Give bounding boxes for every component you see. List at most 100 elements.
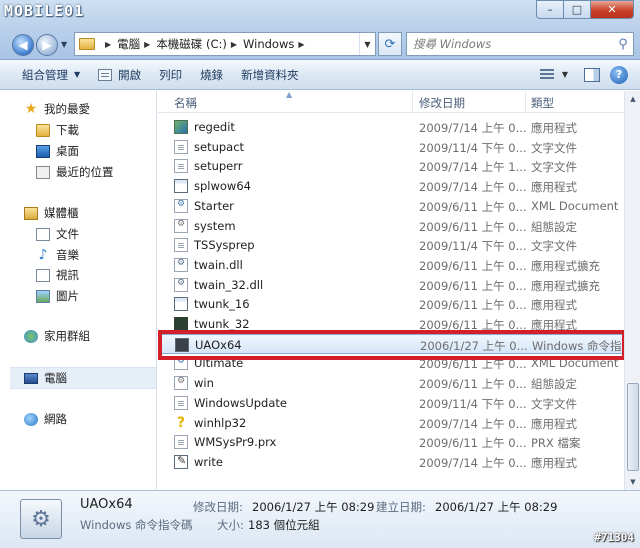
documents-icon <box>36 227 50 241</box>
exe-icon <box>174 179 188 194</box>
breadcrumb-local-disk[interactable]: 本機磁碟 (C:) <box>156 36 227 52</box>
music-icon: ♪ <box>38 246 48 263</box>
column-type[interactable]: 類型 <box>531 95 554 111</box>
file-row[interactable]: write 2009/7/14 上午 0... 應用程式 <box>158 452 624 472</box>
nav-documents[interactable]: 文件 <box>36 226 79 242</box>
text-file-icon <box>174 139 188 154</box>
column-name[interactable]: 名稱 <box>174 95 197 111</box>
search-box[interactable]: 搜尋 Windows ⚲ <box>406 32 634 56</box>
help-icon[interactable]: ? <box>610 65 628 84</box>
new-folder-button[interactable]: 新增資料夾 <box>232 60 308 89</box>
scroll-up-arrow[interactable]: ▲ <box>625 91 640 107</box>
folder-icon <box>79 38 95 50</box>
chevron-right-icon[interactable]: ▶ <box>298 40 304 49</box>
nav-pictures[interactable]: 圖片 <box>36 288 79 304</box>
nav-homegroup[interactable]: 家用群組 <box>24 328 90 344</box>
recent-pages-dropdown[interactable]: ▼ <box>61 40 67 49</box>
forward-button[interactable]: ▶ <box>36 34 58 56</box>
file-row[interactable]: twunk_16 2009/6/11 上午 0... 應用程式 <box>158 294 624 314</box>
column-divider[interactable] <box>525 91 526 113</box>
file-row[interactable]: setuperr 2009/7/14 上午 1... 文字文件 <box>158 156 624 176</box>
preview-pane-icon[interactable] <box>584 67 600 82</box>
back-button[interactable]: ◀ <box>12 34 34 56</box>
nav-label: 最近的位置 <box>56 165 114 179</box>
open-label: 開啟 <box>118 67 142 82</box>
nav-recent-places[interactable]: 最近的位置 <box>36 164 114 180</box>
search-icon[interactable]: ⚲ <box>613 37 633 52</box>
print-button[interactable]: 列印 <box>150 60 191 89</box>
nav-network[interactable]: 網路 <box>24 411 67 427</box>
file-name: regedit <box>194 120 235 134</box>
column-date[interactable]: 修改日期 <box>419 95 465 111</box>
refresh-button[interactable]: ⟳ <box>378 32 402 56</box>
file-type: 文字文件 <box>531 160 577 175</box>
file-row[interactable]: win 2009/6/11 上午 0... 組態設定 <box>158 373 624 393</box>
file-name: twain.dll <box>194 257 243 272</box>
open-button[interactable]: 開啟 <box>89 60 150 89</box>
address-bar[interactable]: ▶ 電腦 ▶ 本機磁碟 (C:) ▶ Windows ▶ ▼ <box>74 32 376 56</box>
file-row[interactable]: twain_32.dll 2009/6/11 上午 0... 應用程式擴充 <box>158 275 624 295</box>
cmd-file-icon: ⚙ <box>20 499 62 539</box>
breadcrumb-computer[interactable]: 電腦 <box>117 36 140 52</box>
change-view-button[interactable]: ▼ <box>532 68 576 81</box>
file-row[interactable]: splwow64 2009/7/14 上午 0... 應用程式 <box>158 176 624 196</box>
file-row[interactable]: regedit 2009/7/14 上午 0... 應用程式 <box>158 117 624 137</box>
chevron-right-icon[interactable]: ▶ <box>144 40 150 49</box>
xml-icon <box>174 198 188 213</box>
file-row[interactable]: WMSysPr9.prx 2009/6/11 上午 0... PRX 檔案 <box>158 432 624 452</box>
nav-desktop[interactable]: 桌面 <box>36 143 79 159</box>
scroll-thumb[interactable] <box>627 383 639 471</box>
ini-icon <box>174 376 188 391</box>
text-file-icon <box>174 435 188 450</box>
file-date: 2009/6/11 上午 0... <box>419 377 527 392</box>
file-type: 文字文件 <box>531 396 577 411</box>
file-type: 應用程式 <box>531 121 577 135</box>
file-name: TSSysprep <box>194 238 255 253</box>
nav-label: 網路 <box>44 412 67 426</box>
breadcrumb-windows[interactable]: Windows <box>243 37 294 51</box>
vertical-scrollbar[interactable]: ▲ ▼ <box>624 91 640 490</box>
search-input[interactable]: 搜尋 Windows <box>413 36 613 52</box>
file-row[interactable]: twain.dll 2009/6/11 上午 0... 應用程式擴充 <box>158 255 624 275</box>
desktop-icon <box>36 144 50 158</box>
view-icon <box>539 68 554 81</box>
file-date: 2009/7/14 上午 1... <box>419 160 527 175</box>
watermark-id: #71304 <box>594 531 634 544</box>
nav-libraries[interactable]: 媒體櫃 <box>24 205 79 221</box>
nav-favorites[interactable]: ★ 我的最愛 <box>24 101 90 117</box>
nav-music[interactable]: ♪ 音樂 <box>36 247 79 263</box>
burn-button[interactable]: 燒錄 <box>191 60 232 89</box>
address-dropdown[interactable]: ▼ <box>359 33 375 55</box>
file-row[interactable]: WindowsUpdate 2009/11/4 下午 0... 文字文件 <box>158 393 624 413</box>
exe-dark-icon <box>174 317 188 331</box>
chevron-right-icon[interactable]: ▶ <box>105 40 111 49</box>
file-row[interactable]: TSSysprep 2009/11/4 下午 0... 文字文件 <box>158 235 624 255</box>
file-row[interactable]: ? winhlp32 2009/7/14 上午 0... 應用程式 <box>158 413 624 433</box>
arrow-left-icon: ◀ <box>18 38 28 52</box>
maximize-button[interactable]: □ <box>563 0 591 19</box>
nav-videos[interactable]: 視訊 <box>36 267 79 283</box>
organize-button[interactable]: 組合管理 ▼ <box>0 60 89 89</box>
file-date: 2009/7/14 上午 0... <box>419 180 527 195</box>
details-created-label: 建立日期: <box>376 500 426 514</box>
file-type: 組態設定 <box>531 377 577 392</box>
minimize-button[interactable]: – <box>536 0 564 19</box>
homegroup-icon <box>24 329 38 343</box>
close-button[interactable]: ✕ <box>590 0 634 19</box>
column-divider[interactable] <box>412 91 413 113</box>
file-row[interactable]: setupact 2009/11/4 下午 0... 文字文件 <box>158 137 624 157</box>
file-type: PRX 檔案 <box>531 436 581 451</box>
file-date: 2009/11/4 下午 0... <box>419 140 527 155</box>
nav-computer[interactable]: 電腦 <box>24 370 67 386</box>
file-list: ▲ 名稱 修改日期 類型 regedit 2009/7/14 上午 0... 應用程… <box>158 91 624 490</box>
scroll-down-arrow[interactable]: ▼ <box>625 474 640 490</box>
chevron-right-icon[interactable]: ▶ <box>231 40 237 49</box>
details-file-type: Windows 命令指令碼 <box>80 518 193 532</box>
chevron-down-icon: ▼ <box>561 70 568 79</box>
navigation-pane: ★ 我的最愛 下載 桌面 最近的位置 媒體櫃 文件 ♪ 音樂 視訊 圖片 家用群… <box>0 91 157 490</box>
file-row[interactable]: system 2009/6/11 上午 0... 組態設定 <box>158 216 624 236</box>
nav-downloads[interactable]: 下載 <box>36 122 79 138</box>
file-row[interactable]: Starter 2009/6/11 上午 0... XML Document <box>158 196 624 216</box>
nav-label: 電腦 <box>44 371 67 385</box>
recent-places-icon <box>36 165 50 179</box>
